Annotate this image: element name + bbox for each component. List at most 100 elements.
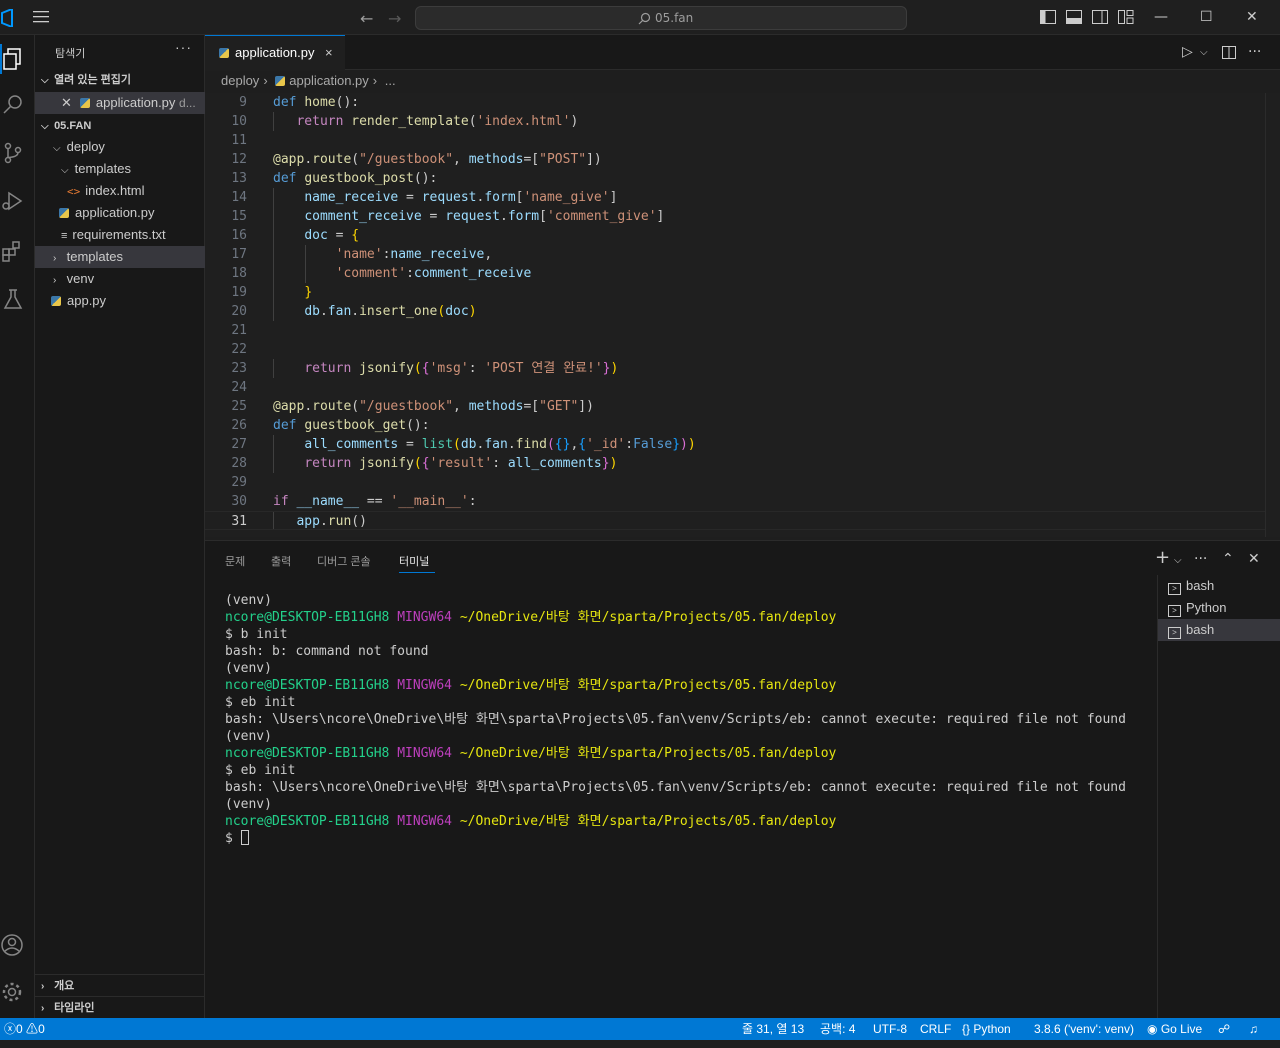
code-line[interactable]: 18 'comment':comment_receive [205,264,1265,283]
minimize-icon[interactable]: — [1154,9,1168,25]
tab-application-py[interactable]: application.py × [205,35,345,71]
panel-more-icon[interactable]: ··· [1194,551,1207,567]
close-panel-icon[interactable]: ✕ [1248,551,1260,567]
maximize-icon[interactable]: ☐ [1200,9,1213,25]
code-line[interactable]: 22 [205,340,1265,359]
workspace-label: 05.FAN [54,120,92,132]
code-line[interactable]: 20 db.fan.insert_one(doc) [205,302,1265,321]
tree-item-templates[interactable]: ⌵ templates [35,158,205,180]
code-editor[interactable]: 9 def home(): 10 return render_template('i… [205,93,1265,537]
code-text: 'comment':comment_receive [335,266,532,281]
tab-terminal[interactable]: 터미널 [399,553,429,569]
cursor-position[interactable]: 줄 31, 열 13 [742,1018,804,1040]
code-line[interactable]: 26 def guestbook_get(): [205,416,1265,435]
notifications-bell-icon[interactable]: ♫ [1249,1018,1258,1040]
tree-item-app-py[interactable]: app.py [35,290,205,312]
code-line[interactable]: 10 return render_template('index.html') [205,112,1265,131]
code-line[interactable]: 11 [205,131,1265,150]
outline-header[interactable]: › 개요 [35,975,205,997]
tab-problems[interactable]: 문제 [225,553,245,569]
code-line[interactable]: 13 def guestbook_post(): [205,169,1265,188]
line-number: 19 [231,285,247,300]
sidebar-more-button[interactable]: ··· [175,39,192,55]
code-line[interactable]: 23 return jsonify({'msg': 'POST 연결 완료!'}… [205,359,1265,378]
open-editors-header[interactable]: ⌵ 열려 있는 편집기 [35,69,205,91]
terminal-item-bash[interactable]: > bash [1158,575,1280,597]
tree-item-application-py[interactable]: application.py [35,202,205,224]
code-text: def guestbook_post(): [273,171,438,186]
go-live[interactable]: ◉ Go Live [1147,1018,1202,1040]
code-line[interactable]: 14 name_receive = request.form['name_giv… [205,188,1265,207]
editor-more-icon[interactable]: ··· [1248,44,1261,60]
toggle-panel-icon[interactable] [1066,10,1082,24]
tab-close-icon[interactable]: × [325,36,333,70]
code-text: } [304,285,313,300]
code-line[interactable]: 19 } [205,283,1265,302]
tab-debug-console[interactable]: 디버그 콘솔 [317,553,371,569]
code-line[interactable]: 15 comment_receive = request.form['comme… [205,207,1265,226]
editor-scrollbar[interactable] [1265,93,1280,537]
code-line[interactable]: 21 [205,321,1265,340]
code-line[interactable]: 29 [205,473,1265,492]
code-line[interactable]: 31 app.run() [205,511,1265,530]
command-center-search[interactable]: 05.fan [415,6,907,30]
language-mode[interactable]: {} Python [962,1018,1011,1040]
python-interpreter[interactable]: 3.8.6 ('venv': venv) [1034,1018,1134,1040]
toggle-sidebar-icon[interactable] [1040,10,1056,24]
close-window-icon[interactable]: ✕ [1246,9,1258,25]
menu-icon[interactable] [33,10,49,24]
open-editor-item[interactable]: ✕ application.py d... [35,92,205,114]
back-arrow-icon[interactable]: ← [360,9,373,28]
timeline-header[interactable]: › 타임라인 [35,997,205,1019]
tree-item-requirements[interactable]: ≡ requirements.txt [35,224,205,246]
workspace-header[interactable]: ⌵ 05.FAN [35,115,205,137]
forward-arrow-icon[interactable]: → [388,9,401,28]
code-line[interactable]: 24 [205,378,1265,397]
testing-icon[interactable] [1,287,25,311]
code-line[interactable]: 25 @app.route("/guestbook", methods=["GET… [205,397,1265,416]
customize-layout-icon[interactable] [1118,10,1134,24]
problems-indicator[interactable]: ⓧ0 ⚠0 [4,1018,45,1040]
tree-item-deploy[interactable]: ⌵ deploy [35,136,205,158]
explorer-icon[interactable] [1,47,25,71]
line-ending[interactable]: CRLF [920,1018,951,1040]
code-line[interactable]: 9 def home(): [205,93,1265,112]
code-line[interactable]: 17 'name':name_receive, [205,245,1265,264]
terminal-dropdown-icon[interactable]: ⌵ [1174,555,1182,566]
tree-item-templates-collapsed[interactable]: › templates [35,246,205,268]
new-terminal-icon[interactable]: + [1155,547,1170,568]
code-line[interactable]: 28 return jsonify({'result': all_comment… [205,454,1265,473]
close-icon[interactable]: ✕ [61,95,72,110]
tree-item-label: requirements.txt [72,227,166,242]
code-line[interactable]: 12 @app.route("/guestbook", methods=["POS… [205,150,1265,169]
breadcrumb-item[interactable]: application.py [289,73,369,88]
terminal-line: ncore@DESKTOP-EB11GH8 MINGW64 ~/OneDrive… [225,678,837,693]
terminal-item-bash-active[interactable]: > bash [1158,619,1280,641]
error-count: 0 [16,1022,23,1036]
split-editor-icon[interactable] [1222,46,1236,59]
vscode-logo-icon[interactable] [0,9,14,27]
encoding[interactable]: UTF-8 [873,1018,907,1040]
run-dropdown-icon[interactable]: ⌵ [1200,47,1208,58]
extensions-icon[interactable] [1,239,25,263]
account-icon[interactable] [0,933,24,957]
settings-gear-icon[interactable] [0,980,24,1004]
search-icon[interactable] [1,93,25,117]
maximize-panel-icon[interactable]: ⌃ [1222,551,1234,567]
code-line[interactable]: 27 all_comments = list(db.fan.find({},{'… [205,435,1265,454]
terminal-item-python[interactable]: > Python [1158,597,1280,619]
tree-item-index-html[interactable]: <> index.html [35,180,205,202]
code-line[interactable]: 16 doc = { [205,226,1265,245]
feedback-icon[interactable]: ☍ [1218,1018,1230,1040]
run-file-icon[interactable]: ▷ [1182,44,1193,60]
breadcrumb-item[interactable]: deploy [221,73,259,88]
source-control-icon[interactable] [1,141,25,165]
search-text: 05.fan [655,11,694,25]
run-debug-icon[interactable] [1,189,25,213]
indentation[interactable]: 공백: 4 [820,1018,855,1040]
toggle-secondary-sidebar-icon[interactable] [1092,10,1108,24]
tab-output[interactable]: 출력 [271,553,291,569]
breadcrumb-item[interactable]: ... [385,73,396,88]
tree-item-venv[interactable]: › venv [35,268,205,290]
code-line[interactable]: 30 if __name__ == '__main__': [205,492,1265,511]
